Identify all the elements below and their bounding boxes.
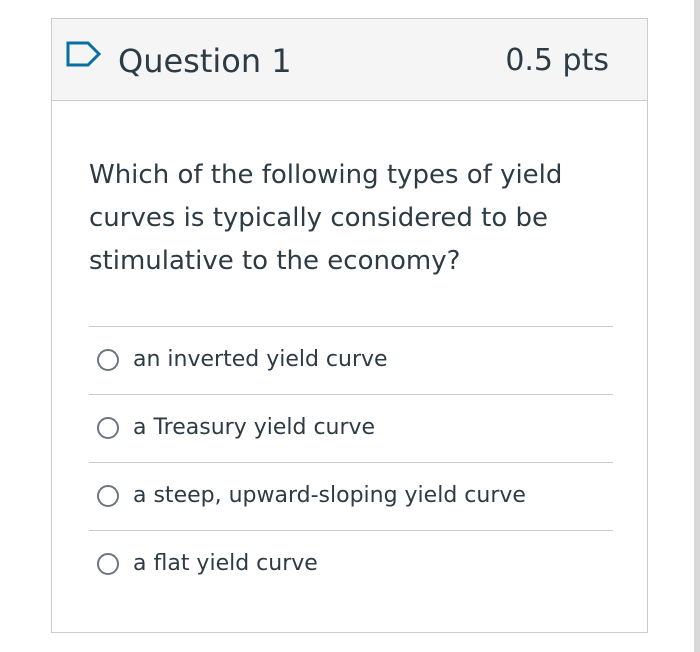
radio-button[interactable] bbox=[97, 485, 119, 507]
answer-label[interactable]: an inverted yield curve bbox=[133, 345, 388, 375]
radio-button[interactable] bbox=[97, 417, 119, 439]
answer-option[interactable]: a flat yield curve bbox=[89, 530, 613, 598]
answer-label[interactable]: a steep, upward-sloping yield curve bbox=[133, 481, 526, 511]
answer-option[interactable]: an inverted yield curve bbox=[89, 326, 613, 394]
answer-option[interactable]: a Treasury yield curve bbox=[89, 394, 613, 462]
window-edge bbox=[694, 0, 700, 652]
question-header: Question 1 0.5 pts bbox=[52, 19, 647, 101]
question-points: 0.5 pts bbox=[505, 43, 609, 78]
answer-label[interactable]: a flat yield curve bbox=[133, 549, 318, 579]
question-title: Question 1 bbox=[118, 42, 292, 80]
radio-button[interactable] bbox=[97, 553, 119, 575]
flag-question-icon[interactable] bbox=[66, 41, 102, 67]
answer-list: an inverted yield curve a Treasury yield… bbox=[89, 326, 613, 598]
question-text: Which of the following types of yield cu… bbox=[89, 160, 563, 276]
question-card: Question 1 0.5 pts Which of the followin… bbox=[51, 18, 648, 633]
answer-label[interactable]: a Treasury yield curve bbox=[133, 413, 375, 443]
answer-option[interactable]: a steep, upward-sloping yield curve bbox=[89, 462, 613, 530]
radio-button[interactable] bbox=[97, 349, 119, 371]
